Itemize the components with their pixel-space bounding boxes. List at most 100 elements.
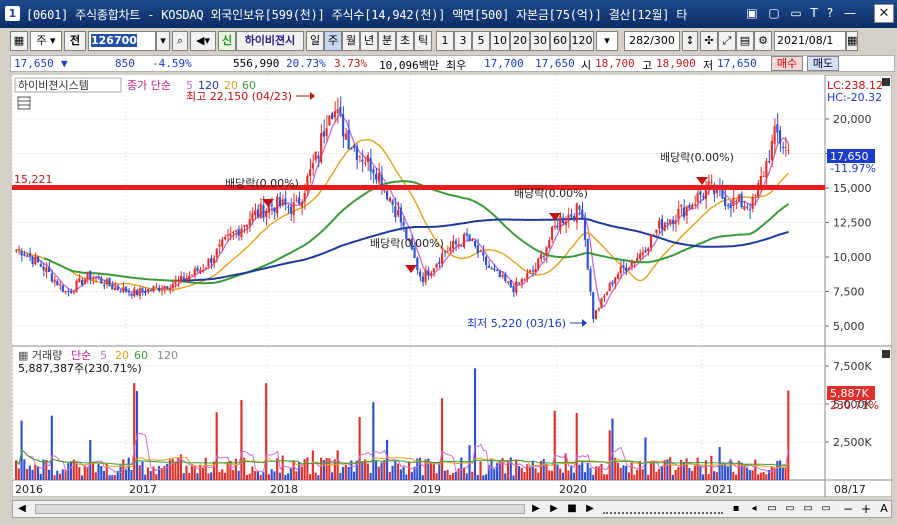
zoom-in-icon[interactable]: + xyxy=(859,502,873,516)
candle-body xyxy=(116,287,119,291)
volume-bar xyxy=(751,470,754,480)
search-icon[interactable]: ⌕ xyxy=(172,31,188,51)
candle-body xyxy=(427,270,430,276)
pin-icon[interactable]: ▭ xyxy=(788,5,804,21)
candle-body xyxy=(528,270,532,272)
speaker-icon[interactable]: ◀▾ xyxy=(190,31,216,51)
interval-10-button[interactable]: 10 xyxy=(490,31,510,51)
link-icon[interactable]: ▣ xyxy=(744,5,760,21)
panel-table-icon[interactable] xyxy=(17,96,31,110)
volume-bar xyxy=(388,471,391,480)
code-dropdown-icon[interactable]: ▾ xyxy=(156,31,170,51)
candle-body xyxy=(122,287,125,292)
zoom-slider[interactable] xyxy=(603,504,723,514)
volume-bar xyxy=(201,468,205,480)
buy-button[interactable]: 매수 xyxy=(771,56,803,71)
settings-gear-icon[interactable]: ⚙ xyxy=(754,31,772,51)
candle-body xyxy=(289,206,292,214)
volume-panel-close-icon[interactable] xyxy=(882,350,890,358)
interval-1-button[interactable]: 1 xyxy=(436,31,454,51)
scroll-right-icon[interactable]: ▶ xyxy=(529,502,543,516)
volume-bar xyxy=(575,412,578,480)
stock-code-input[interactable]: 126700 xyxy=(88,31,156,51)
tab-period-week[interactable]: 주 xyxy=(324,31,342,51)
grid-toggle-icon[interactable]: ▦ xyxy=(10,31,28,51)
help-icon[interactable]: ? xyxy=(822,5,838,21)
volume-bar xyxy=(399,469,402,480)
sell-button[interactable]: 매도 xyxy=(807,56,839,71)
price-panel-close-icon[interactable] xyxy=(882,78,890,86)
zoom-fit-icon[interactable]: ◂ xyxy=(747,502,761,516)
tab-period-tick[interactable]: 틱 xyxy=(414,31,432,51)
stop-icon[interactable]: ■ xyxy=(565,502,579,516)
interval-20-button[interactable]: 20 xyxy=(510,31,530,51)
zoom-step-icon[interactable]: ▪ xyxy=(729,502,743,516)
volume-bar xyxy=(515,459,518,480)
candle-body xyxy=(386,191,389,200)
chart-scrollbar[interactable]: ◀ ▶ ▶ ■ ▶ ▪ ◂ ▭ ▭ ▭ ▭ − + A xyxy=(12,500,892,518)
tab-period-year[interactable]: 년 xyxy=(360,31,378,51)
copy-icon[interactable]: ▢ xyxy=(766,5,782,21)
date-input[interactable]: 2021/08/1 xyxy=(774,31,846,51)
chart-type-icon[interactable]: ⤢ xyxy=(718,31,736,51)
candle-body xyxy=(229,233,232,237)
volume-bar xyxy=(80,475,84,480)
interval-120-button[interactable]: 120 xyxy=(570,31,594,51)
save-icon[interactable]: ▤ xyxy=(736,31,754,51)
zoom-reset-icon[interactable]: ▭ xyxy=(783,502,797,516)
volume-bar xyxy=(273,471,276,480)
mode-button[interactable]: 전 xyxy=(64,31,86,51)
indicator-icon[interactable]: ✣ xyxy=(700,31,718,51)
candle-body xyxy=(322,131,325,137)
candle-body xyxy=(526,273,529,280)
fast-forward-icon[interactable]: ▶ xyxy=(583,502,597,516)
candle-body xyxy=(223,236,227,240)
close-icon[interactable]: ✕ xyxy=(874,4,894,23)
tab-period-second[interactable]: 초 xyxy=(396,31,414,51)
interval-30-button[interactable]: 30 xyxy=(530,31,550,51)
candle-body xyxy=(594,310,598,319)
calendar-icon[interactable]: ▦ xyxy=(846,31,858,51)
interval-5-button[interactable]: 5 xyxy=(472,31,490,51)
candle-body xyxy=(674,220,677,224)
candle-body xyxy=(454,240,457,245)
zoom-maximize-icon[interactable]: ▭ xyxy=(819,502,833,516)
market-select[interactable]: 주 ▾ xyxy=(30,31,62,51)
foreign-pct: 3.73% xyxy=(334,57,368,70)
interval-3-button[interactable]: 3 xyxy=(454,31,472,51)
candle-body xyxy=(498,271,501,278)
stock-chart[interactable]: 15,221 하이비젼시스템 종가 단순 5 120 20 60 LC:238.… xyxy=(12,75,892,497)
candle-body xyxy=(754,195,757,197)
candle-body xyxy=(548,240,551,248)
candle-body xyxy=(531,270,534,272)
scroll-track[interactable] xyxy=(35,504,525,514)
volume-bar xyxy=(605,474,609,480)
candle-body xyxy=(56,280,59,286)
interval-60-button[interactable]: 60 xyxy=(550,31,570,51)
candle-body xyxy=(188,275,191,280)
volume-bar xyxy=(482,475,485,480)
count-max: /300 xyxy=(650,34,675,47)
scroll-up-icon[interactable]: ↕ xyxy=(682,31,698,51)
candle-body xyxy=(157,287,161,291)
scroll-left-icon[interactable]: ◀ xyxy=(15,502,29,516)
horizontal-line-15221[interactable] xyxy=(12,185,825,190)
interval-custom-select[interactable]: ▾ xyxy=(596,31,618,51)
x-axis-year-label: 2020 xyxy=(559,483,587,496)
candle-body xyxy=(215,248,218,258)
candle-body xyxy=(702,196,705,198)
tab-period-minute[interactable]: 분 xyxy=(378,31,396,51)
play-icon[interactable]: ▶ xyxy=(547,502,561,516)
count-display[interactable]: 282/300 xyxy=(624,31,680,51)
font-size-icon[interactable]: A xyxy=(877,502,891,516)
tab-period-day[interactable]: 일 xyxy=(306,31,324,51)
candle-body xyxy=(94,277,97,279)
zoom-minimize-icon[interactable]: ▭ xyxy=(801,502,815,516)
zoom-out-icon[interactable]: − xyxy=(841,502,855,516)
minimize-icon[interactable]: — xyxy=(842,5,858,21)
volume-bar xyxy=(729,459,732,480)
zoom-box-icon[interactable]: ▭ xyxy=(765,502,779,516)
open-label: 시 xyxy=(581,59,592,72)
font-icon[interactable]: T xyxy=(806,5,822,21)
tab-period-month[interactable]: 월 xyxy=(342,31,360,51)
